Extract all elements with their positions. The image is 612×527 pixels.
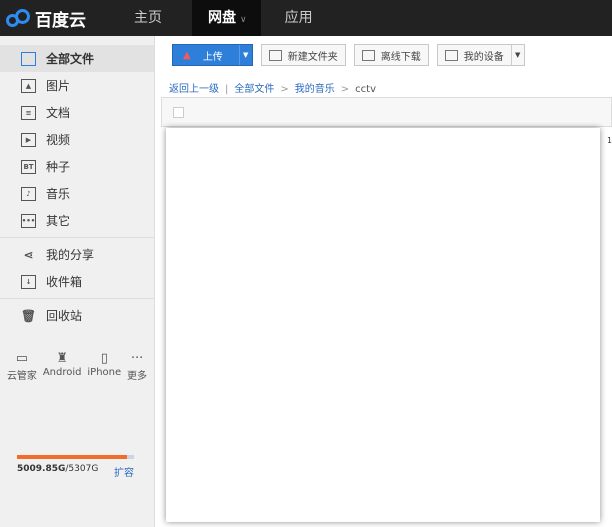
nav-home[interactable]: 主页 xyxy=(118,0,178,36)
quota-bar xyxy=(17,455,134,459)
nav-apps[interactable]: 应用 xyxy=(269,0,329,36)
sidebar-item-share[interactable]: ⋖ 我的分享 xyxy=(0,241,154,268)
upload-dropdown-icon[interactable]: ▼ xyxy=(238,45,252,65)
my-devices-button[interactable]: 我的设备 ▼ xyxy=(436,44,525,66)
more-icon: ••• xyxy=(21,213,36,228)
device-android[interactable]: ♜ Android xyxy=(43,351,82,382)
sidebar-item-recycle[interactable]: 🗑 回收站 xyxy=(0,302,154,329)
crumb-my-music[interactable]: 我的音乐 xyxy=(295,84,335,95)
folder-icon xyxy=(21,51,36,66)
monitor-icon: ▭ xyxy=(15,351,29,366)
select-all-checkbox[interactable] xyxy=(173,107,184,118)
sidebar-item-images[interactable]: ▲ 图片 xyxy=(0,72,154,99)
bt-icon: BT xyxy=(21,159,36,174)
sidebar-item-torrent[interactable]: BT 种子 xyxy=(0,153,154,180)
sidebar: 全部文件 ▲ 图片 ≡ 文档 ▶ 视频 BT 种子 ♪ 音乐 ••• 其它 ⋖ 我的分享 ↓ 收… xyxy=(0,36,155,527)
logo[interactable]: 百度云 xyxy=(6,6,118,31)
rocket-icon: ▲ xyxy=(183,49,191,61)
device-pc[interactable]: ▭ 云管家 xyxy=(7,351,37,382)
sidebar-item-other[interactable]: ••• 其它 xyxy=(0,207,154,234)
video-icon: ▶ xyxy=(21,132,36,147)
chevron-down-icon: ∨ xyxy=(240,15,247,25)
breadcrumb: 返回上一级 | 全部文件 > 我的音乐 > cctv xyxy=(169,84,376,95)
share-icon: ⋖ xyxy=(23,247,34,262)
device-links: ▭ 云管家 ♜ Android ▯ iPhone ··· 更多 xyxy=(0,351,154,382)
document-icon: ≡ xyxy=(21,105,36,120)
inbox-icon: ↓ xyxy=(21,274,36,289)
offline-download-button[interactable]: 离线下载 xyxy=(353,44,429,66)
music-icon: ♪ xyxy=(21,186,36,201)
trash-icon: 🗑 xyxy=(20,308,37,323)
android-icon: ♜ xyxy=(56,351,68,366)
sidebar-item-inbox[interactable]: ↓ 收件箱 xyxy=(0,268,154,295)
sidebar-item-docs[interactable]: ≡ 文档 xyxy=(0,99,154,126)
storage-quota: 5009.85G/5307G 扩容 xyxy=(17,455,134,479)
quota-bar-fill xyxy=(17,455,128,459)
image-icon: ▲ xyxy=(21,78,36,93)
blank-overlay-panel xyxy=(166,128,600,522)
cloud-logo-icon xyxy=(6,9,32,27)
divider xyxy=(0,298,154,299)
sidebar-item-video[interactable]: ▶ 视频 xyxy=(0,126,154,153)
new-folder-button[interactable]: 新建文件夹 xyxy=(260,44,346,66)
crumb-all-files[interactable]: 全部文件 xyxy=(234,84,274,95)
file-list-header xyxy=(161,97,612,127)
sidebar-item-all-files[interactable]: 全部文件 xyxy=(0,45,154,72)
back-link[interactable]: 返回上一级 xyxy=(169,84,219,95)
phone-icon: ▯ xyxy=(100,351,108,366)
expand-storage-link[interactable]: 扩容 xyxy=(114,464,134,479)
device-iphone[interactable]: ▯ iPhone xyxy=(87,351,121,382)
more-icon: ··· xyxy=(130,351,144,366)
sidebar-item-music[interactable]: ♪ 音乐 xyxy=(0,180,154,207)
device-icon xyxy=(444,49,458,61)
download-icon xyxy=(361,49,375,61)
toolbar: ▲ 上传 ▼ 新建文件夹 离线下载 我的设备 ▼ xyxy=(172,44,525,66)
upload-button[interactable]: ▲ 上传 ▼ xyxy=(172,44,253,66)
nav-netdisk[interactable]: 网盘 ∨ xyxy=(192,0,261,36)
divider xyxy=(0,237,154,238)
top-bar: 百度云 主页 网盘 ∨ 应用 xyxy=(0,0,612,36)
crumb-current: cctv xyxy=(355,84,376,95)
device-more[interactable]: ··· 更多 xyxy=(127,351,147,382)
chevron-down-icon[interactable]: ▼ xyxy=(510,45,524,65)
folder-add-icon xyxy=(268,49,282,61)
